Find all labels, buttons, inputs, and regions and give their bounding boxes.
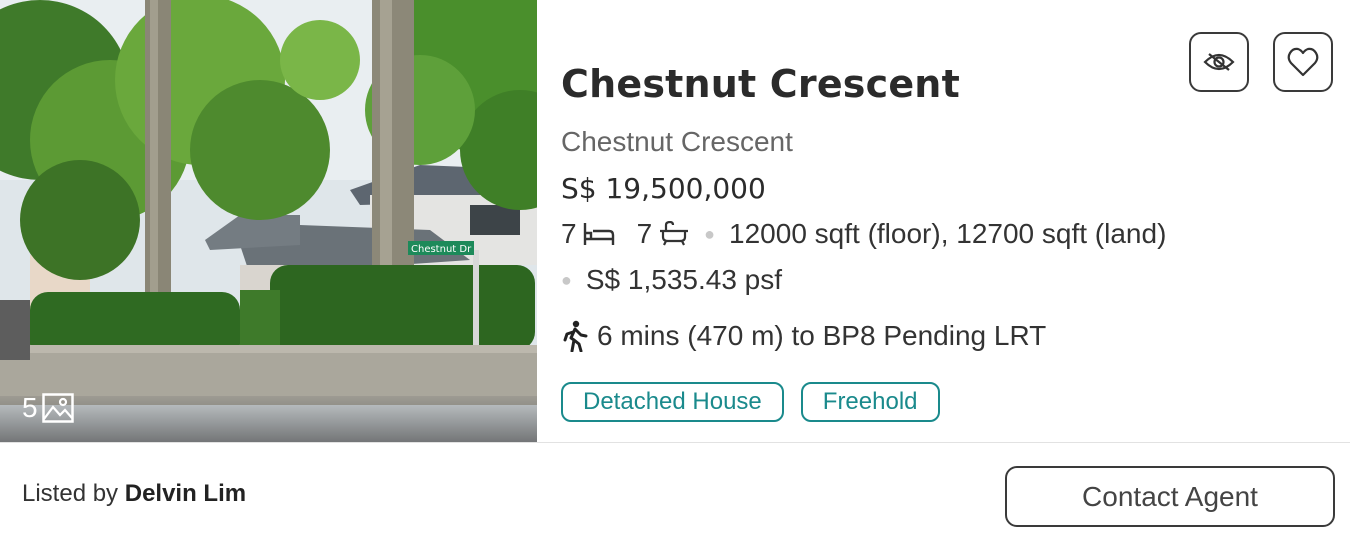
heart-icon bbox=[1287, 47, 1319, 77]
listed-by-prefix: Listed by bbox=[22, 480, 119, 507]
property-photo-image: Chestnut Dr bbox=[0, 0, 537, 442]
favorite-button[interactable] bbox=[1273, 32, 1333, 92]
listing-card: Chestnut Dr 5 Chestnut Crescent Chestnut… bbox=[0, 0, 1350, 539]
photo-gradient bbox=[0, 396, 537, 442]
separator-dot: ● bbox=[704, 223, 716, 244]
listed-by: Listed by Delvin Lim bbox=[22, 480, 246, 508]
transit-info: 6 mins (470 m) to BP8 Pending LRT bbox=[561, 320, 1046, 352]
card-divider bbox=[0, 442, 1350, 443]
photo-count-value: 5 bbox=[22, 392, 38, 423]
walking-person-icon bbox=[563, 320, 588, 352]
listing-address: Chestnut Crescent bbox=[561, 126, 793, 157]
listing-price: S$ 19,500,000 bbox=[561, 172, 766, 205]
listing-tags: Detached House Freehold bbox=[561, 382, 940, 422]
bathtub-icon bbox=[658, 221, 690, 247]
bathroom-count: 7 bbox=[636, 218, 653, 249]
tag-property-type: Detached House bbox=[561, 382, 784, 422]
tag-tenure: Freehold bbox=[800, 382, 940, 422]
listing-psf: S$ 1,535.43 psf bbox=[585, 264, 783, 295]
photo-count: 5 bbox=[22, 392, 74, 424]
agent-name: Delvin Lim bbox=[124, 480, 247, 507]
separator-dot: ● bbox=[561, 269, 572, 290]
bed-icon bbox=[583, 221, 615, 247]
listing-photo[interactable]: Chestnut Dr 5 bbox=[0, 0, 537, 442]
listing-psf-row: ● S$ 1,535.43 psf bbox=[561, 264, 782, 296]
listing-specs: 7 7 ● 12000 sqft (floor), 12700 sqft (la… bbox=[561, 218, 1166, 250]
listing-title[interactable]: Chestnut Crescent bbox=[561, 62, 960, 106]
contact-agent-button[interactable]: Contact Agent bbox=[1005, 466, 1335, 527]
eye-slash-icon bbox=[1203, 53, 1235, 71]
hide-listing-button[interactable] bbox=[1189, 32, 1249, 92]
street-sign-text: Chestnut Dr bbox=[411, 244, 472, 255]
transit-text: 6 mins (470 m) to BP8 Pending LRT bbox=[597, 320, 1047, 351]
listing-area: 12000 sqft (floor), 12700 sqft (land) bbox=[729, 218, 1167, 249]
bedroom-count: 7 bbox=[561, 218, 577, 249]
image-icon bbox=[41, 393, 74, 423]
